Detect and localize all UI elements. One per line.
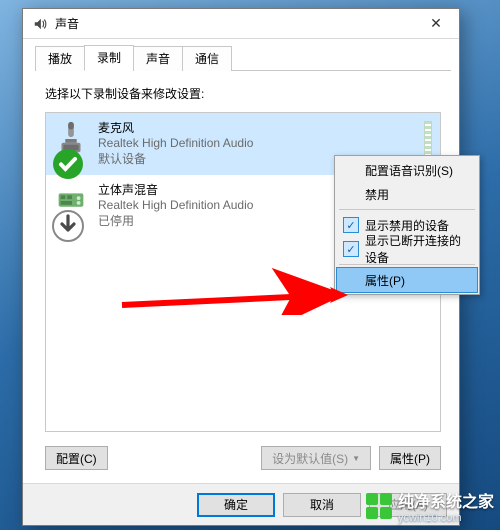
tab-communications[interactable]: 通信 [182,46,232,71]
default-check-icon [52,145,68,161]
disabled-arrow-icon [52,207,68,223]
panel-bottom-buttons: 配置(C) 设为默认值(S) ▼ 属性(P) [45,446,441,470]
cm-label: 显示已断开连接的设备 [365,232,469,266]
watermark: 纯净系统之家 ycwin10.com [366,488,494,524]
context-menu-separator [339,209,475,210]
titlebar: 声音 ✕ [23,9,459,39]
watermark-text: 纯净系统之家 [398,494,494,511]
tab-recording[interactable]: 录制 [84,45,134,71]
close-icon: ✕ [430,15,442,32]
ok-button[interactable]: 确定 [197,493,275,517]
device-driver: Realtek High Definition Audio [98,136,414,150]
tab-playback[interactable]: 播放 [35,46,85,71]
check-icon: ✓ [343,217,359,233]
tab-sounds[interactable]: 声音 [133,46,183,71]
properties-button[interactable]: 属性(P) [379,446,441,470]
configure-button[interactable]: 配置(C) [45,446,108,470]
device-name: 麦克风 [98,119,414,136]
window-title: 声音 [55,15,79,32]
watermark-url: ycwin10.com [398,512,494,524]
soundcard-icon [54,181,88,221]
chevron-down-icon: ▼ [352,454,360,463]
check-icon: ✓ [343,241,359,257]
cancel-button[interactable]: 取消 [283,493,361,517]
cm-item-show-disconnected[interactable]: ✓ 显示已断开连接的设备 [337,237,477,261]
tab-strip: 播放 录制 声音 通信 [35,47,451,71]
cm-item-properties[interactable]: 属性(P) [337,268,477,292]
instruction-text: 选择以下录制设备来修改设置: [45,85,441,102]
cm-label: 显示禁用的设备 [365,217,449,234]
watermark-logo-icon [366,493,392,519]
microphone-icon [54,119,88,159]
cm-item-disable[interactable]: 禁用 [337,182,477,206]
set-default-label: 设为默认值(S) [272,450,348,467]
sound-icon [33,17,47,31]
close-button[interactable]: ✕ [413,9,459,39]
set-default-button[interactable]: 设为默认值(S) ▼ [261,446,371,470]
context-menu: 配置语音识别(S) 禁用 ✓ 显示禁用的设备 ✓ 显示已断开连接的设备 属性(P… [334,155,480,295]
cm-item-configure-speech[interactable]: 配置语音识别(S) [337,158,477,182]
